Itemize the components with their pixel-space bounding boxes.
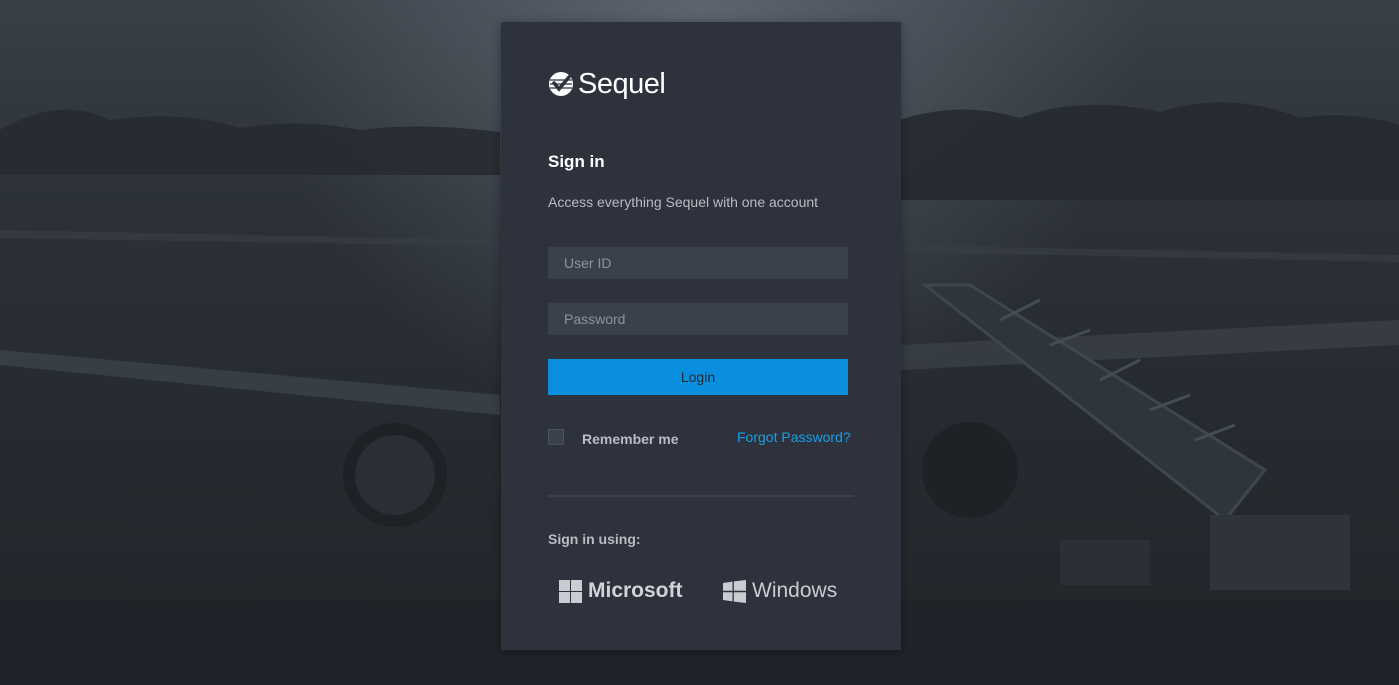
sequel-check-logo-icon xyxy=(549,72,573,96)
microsoft-logo-icon xyxy=(559,579,582,603)
brand-name: Sequel xyxy=(578,67,666,100)
windows-logo-icon xyxy=(723,579,746,603)
user-id-input[interactable] xyxy=(548,247,848,279)
login-card: Sequel Sign in Access everything Sequel … xyxy=(501,22,901,650)
sso-label: Sign in using: xyxy=(548,531,641,547)
page-subtitle: Access everything Sequel with one accoun… xyxy=(548,194,819,210)
login-button[interactable]: Login xyxy=(548,359,848,395)
microsoft-signin-button[interactable]: Microsoft xyxy=(559,579,683,603)
page-title: Sign in xyxy=(548,152,605,171)
remember-me-label: Remember me xyxy=(582,431,679,447)
brand-logo: Sequel xyxy=(548,67,666,101)
forgot-password-link[interactable]: Forgot Password? xyxy=(737,429,851,445)
microsoft-label: Microsoft xyxy=(588,579,683,602)
windows-signin-button[interactable]: Windows xyxy=(723,579,837,603)
password-input[interactable] xyxy=(548,303,848,335)
divider xyxy=(548,495,854,497)
remember-me-control[interactable]: Remember me xyxy=(548,427,679,447)
windows-label: Windows xyxy=(752,579,838,602)
remember-me-checkbox[interactable] xyxy=(548,429,564,445)
